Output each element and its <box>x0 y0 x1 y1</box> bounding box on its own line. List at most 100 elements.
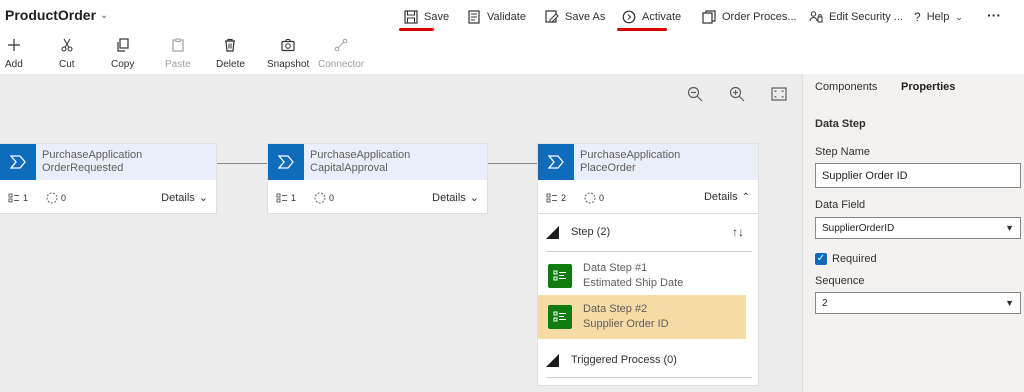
details-toggle[interactable]: Details ⌃ <box>704 191 750 203</box>
activate-button[interactable]: Activate <box>622 8 681 26</box>
details-toggle[interactable]: Details ⌄ <box>161 191 208 205</box>
process-canvas[interactable]: PurchaseApplication OrderRequested 1 0 D… <box>0 74 802 392</box>
data-field-select[interactable]: SupplierOrderID ▼ <box>815 217 1021 239</box>
sequence-value: 2 <box>822 297 828 309</box>
details-label: Details <box>703 191 738 203</box>
data-field-value: SupplierOrderID <box>822 222 895 234</box>
stage-chevron-icon <box>0 144 36 180</box>
order-process-label: Order Proces... <box>722 11 797 23</box>
step-name-label: Step Name <box>815 146 871 158</box>
data-step-item-selected[interactable]: Data Step #2 Supplier Order ID <box>538 295 746 339</box>
stage-card[interactable]: PurchaseApplication CapitalApproval 1 0 … <box>267 143 488 214</box>
data-step-icon <box>548 264 572 288</box>
copy-icon <box>117 38 129 52</box>
sequence-label: Sequence <box>815 275 865 287</box>
sort-arrows-icon[interactable]: ↑↓ <box>732 225 744 239</box>
conditions-count: 0 <box>61 192 67 203</box>
chevron-down-icon: ⌄ <box>100 9 109 21</box>
condition-circle-icon <box>46 192 58 203</box>
add-label: Add <box>5 59 23 70</box>
activate-label: Activate <box>642 11 682 23</box>
step-section-header[interactable]: Step (2) ↑↓ <box>538 222 758 242</box>
document-icon <box>702 10 716 24</box>
copy-button[interactable]: Copy <box>111 38 134 70</box>
cut-button[interactable]: Cut <box>59 38 75 70</box>
stage-name-line2: CapitalApproval <box>310 162 388 174</box>
red-underline-activate <box>617 28 667 31</box>
data-step-subtitle: Supplier Order ID <box>583 318 669 330</box>
connector-icon <box>334 38 348 52</box>
condition-circle-icon <box>584 192 596 203</box>
details-label: Details <box>161 191 195 204</box>
divider <box>546 251 752 252</box>
save-as-button[interactable]: Save As <box>545 8 605 26</box>
steps-list-icon <box>546 193 557 202</box>
triggered-process-header[interactable]: Triggered Process (0) <box>538 350 758 370</box>
chevron-down-icon: ⌄ <box>469 192 479 204</box>
stage-name-line1: PurchaseApplication <box>42 149 143 161</box>
connector-button[interactable]: Connector <box>318 38 364 70</box>
edit-security-button[interactable]: Edit Security ... <box>809 8 903 26</box>
required-label: Required <box>832 253 877 265</box>
save-button[interactable]: Save <box>404 8 449 26</box>
data-field-label: Data Field <box>815 199 866 211</box>
app-title: ProductOrder <box>5 7 97 23</box>
connector-label: Connector <box>318 59 365 70</box>
data-step-item[interactable]: Data Step #1 Estimated Ship Date <box>538 254 746 298</box>
tab-components[interactable]: Components <box>815 81 877 93</box>
save-as-icon <box>545 10 559 23</box>
validate-button[interactable]: Validate <box>467 8 526 26</box>
stage-connector <box>487 163 537 164</box>
red-underline-save <box>399 28 434 31</box>
help-label: Help <box>926 11 950 23</box>
help-question-icon: ? <box>914 10 921 24</box>
ribbon-toolbar: Add Cut Copy Paste Delete Snapshot Conne… <box>0 34 1024 74</box>
stage-card[interactable]: PurchaseApplication OrderRequested 1 0 D… <box>0 143 217 214</box>
stage-connector <box>217 163 267 164</box>
divider <box>546 377 752 378</box>
delete-button[interactable]: Delete <box>216 38 245 70</box>
data-step-icon <box>548 305 572 329</box>
step-header-label: Step (2) <box>571 226 611 238</box>
stage-chevron-icon <box>268 144 304 180</box>
stage-card-selected[interactable]: PurchaseApplication PlaceOrder 2 0 Detai… <box>537 143 759 214</box>
steps-count: 1 <box>291 192 297 203</box>
activate-icon <box>622 10 636 24</box>
snapshot-button[interactable]: Snapshot <box>267 38 309 70</box>
edit-security-label: Edit Security ... <box>829 11 903 23</box>
collapse-triangle-icon <box>546 353 559 367</box>
order-process-button[interactable]: Order Proces... <box>702 8 797 26</box>
fit-screen-icon[interactable] <box>771 86 787 102</box>
zoom-out-icon[interactable] <box>687 86 703 102</box>
scissors-icon <box>61 38 73 52</box>
steps-count: 2 <box>561 192 567 203</box>
details-toggle[interactable]: Details ⌄ <box>432 191 479 205</box>
command-bar: ProductOrder ⌄ Save Validate Save As Act… <box>0 0 1024 34</box>
steps-list-icon <box>276 193 287 202</box>
zoom-in-icon[interactable] <box>729 86 745 102</box>
stage-name-line1: PurchaseApplication <box>310 149 411 161</box>
collapse-triangle-icon <box>546 225 559 239</box>
tab-properties[interactable]: Properties <box>901 81 955 93</box>
save-label: Save <box>424 11 450 23</box>
chevron-down-icon: ▼ <box>1005 298 1014 308</box>
add-button[interactable]: Add <box>5 38 23 70</box>
copy-label: Copy <box>111 59 135 70</box>
chevron-down-icon: ⌄ <box>955 11 963 22</box>
paste-button[interactable]: Paste <box>165 38 191 70</box>
delete-label: Delete <box>216 59 245 70</box>
app-title-menu[interactable]: ProductOrder ⌄ <box>5 7 108 23</box>
sequence-select[interactable]: 2 ▼ <box>815 292 1021 314</box>
step-name-input[interactable] <box>815 163 1021 188</box>
data-step-title: Data Step #2 <box>583 303 648 315</box>
required-checkbox[interactable]: ✓ Required <box>815 253 877 265</box>
more-button[interactable]: ··· <box>987 6 1001 24</box>
data-step-subtitle: Estimated Ship Date <box>583 277 684 289</box>
snapshot-label: Snapshot <box>267 59 310 70</box>
plus-icon <box>7 39 20 51</box>
save-icon <box>404 10 418 24</box>
security-icon <box>809 11 823 23</box>
help-button[interactable]: ? Help ⌄ <box>914 8 963 26</box>
validate-icon <box>468 10 480 24</box>
stage-chevron-icon <box>538 144 574 180</box>
